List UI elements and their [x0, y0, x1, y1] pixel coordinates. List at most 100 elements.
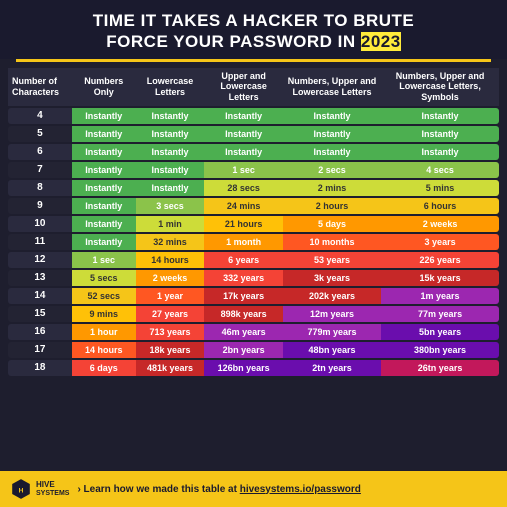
char-count-cell: 13: [8, 270, 72, 286]
char-count-cell: 8: [8, 180, 72, 196]
footer-cta[interactable]: › Learn how we made this table at hivesy…: [77, 484, 497, 495]
data-cell: Instantly: [72, 126, 136, 142]
data-cell: 226 years: [381, 252, 499, 268]
password-table: Number of Characters Numbers Only Lowerc…: [8, 66, 499, 378]
data-cell: 12m years: [283, 306, 381, 322]
data-cell: 28 secs: [204, 180, 283, 196]
data-cell: Instantly: [72, 216, 136, 232]
table-row: 10Instantly1 min21 hours5 days2 weeks: [8, 216, 499, 232]
data-cell: 10 months: [283, 234, 381, 250]
char-count-cell: 9: [8, 198, 72, 214]
data-cell: 332 years: [204, 270, 283, 286]
table-row: 5InstantlyInstantlyInstantlyInstantlyIns…: [8, 126, 499, 142]
table-row: 161 hour713 years46m years779m years5bn …: [8, 324, 499, 340]
data-cell: 14 hours: [136, 252, 205, 268]
data-cell: Instantly: [204, 144, 283, 160]
char-count-cell: 14: [8, 288, 72, 304]
char-count-cell: 10: [8, 216, 72, 232]
table-row: 121 sec14 hours6 years53 years226 years: [8, 252, 499, 268]
data-cell: Instantly: [72, 144, 136, 160]
table-row: 8InstantlyInstantly28 secs2 mins5 mins: [8, 180, 499, 196]
data-cell: 126bn years: [204, 360, 283, 376]
data-cell: 1 min: [136, 216, 205, 232]
header: TIME IT TAKES A HACKER TO BRUTE FORCE YO…: [0, 0, 507, 59]
hive-systems-label: HIVE SYSTEMS: [36, 481, 69, 497]
data-cell: 2 mins: [283, 180, 381, 196]
data-cell: 21 hours: [204, 216, 283, 232]
data-cell: 15k years: [381, 270, 499, 286]
table-row: 4InstantlyInstantlyInstantlyInstantlyIns…: [8, 108, 499, 124]
char-count-cell: 12: [8, 252, 72, 268]
divider: [16, 59, 491, 62]
table-header-row: Number of Characters Numbers Only Lowerc…: [8, 68, 499, 106]
data-cell: 9 mins: [72, 306, 136, 322]
data-cell: 18k years: [136, 342, 205, 358]
data-cell: 2bn years: [204, 342, 283, 358]
col-header-upper-lower: Upper and Lowercase Letters: [204, 68, 283, 106]
data-cell: 1m years: [381, 288, 499, 304]
data-cell: Instantly: [283, 108, 381, 124]
data-cell: Instantly: [72, 108, 136, 124]
data-cell: 481k years: [136, 360, 205, 376]
data-cell: Instantly: [72, 198, 136, 214]
data-cell: 3k years: [283, 270, 381, 286]
data-cell: Instantly: [136, 108, 205, 124]
data-cell: 380bn years: [381, 342, 499, 358]
data-cell: 46m years: [204, 324, 283, 340]
data-cell: 6 hours: [381, 198, 499, 214]
char-count-cell: 7: [8, 162, 72, 178]
data-cell: 27 years: [136, 306, 205, 322]
data-cell: 1 sec: [204, 162, 283, 178]
data-cell: 48bn years: [283, 342, 381, 358]
data-cell: Instantly: [204, 126, 283, 142]
data-cell: Instantly: [283, 126, 381, 142]
hive-logo-icon: H: [10, 478, 32, 500]
data-cell: 1 month: [204, 234, 283, 250]
data-cell: Instantly: [136, 162, 205, 178]
table-wrapper: Number of Characters Numbers Only Lowerc…: [0, 66, 507, 472]
data-cell: Instantly: [381, 144, 499, 160]
table-body: 4InstantlyInstantlyInstantlyInstantlyIns…: [8, 108, 499, 376]
main-container: TIME IT TAKES A HACKER TO BRUTE FORCE YO…: [0, 0, 507, 507]
char-count-cell: 4: [8, 108, 72, 124]
table-row: 11Instantly32 mins1 month10 months3 year…: [8, 234, 499, 250]
table-row: 9Instantly3 secs24 mins2 hours6 hours: [8, 198, 499, 214]
char-count-cell: 6: [8, 144, 72, 160]
data-cell: 713 years: [136, 324, 205, 340]
data-cell: 5bn years: [381, 324, 499, 340]
table-row: 186 days481k years126bn years2tn years26…: [8, 360, 499, 376]
data-cell: Instantly: [381, 108, 499, 124]
data-cell: Instantly: [381, 126, 499, 142]
data-cell: 3 years: [381, 234, 499, 250]
data-cell: Instantly: [72, 234, 136, 250]
data-cell: 6 years: [204, 252, 283, 268]
data-cell: Instantly: [136, 180, 205, 196]
data-cell: 17k years: [204, 288, 283, 304]
table-row: 135 secs2 weeks332 years3k years15k year…: [8, 270, 499, 286]
table-row: 159 mins27 years898k years12m years77m y…: [8, 306, 499, 322]
data-cell: 2 hours: [283, 198, 381, 214]
svg-text:H: H: [19, 487, 24, 494]
title: TIME IT TAKES A HACKER TO BRUTE FORCE YO…: [16, 10, 491, 53]
data-cell: 14 hours: [72, 342, 136, 358]
data-cell: 2tn years: [283, 360, 381, 376]
data-cell: Instantly: [136, 126, 205, 142]
data-cell: Instantly: [283, 144, 381, 160]
char-count-cell: 16: [8, 324, 72, 340]
data-cell: 1 year: [136, 288, 205, 304]
data-cell: 6 days: [72, 360, 136, 376]
data-cell: Instantly: [204, 108, 283, 124]
data-cell: Instantly: [72, 162, 136, 178]
col-header-all: Numbers, Upper and Lowercase Letters, Sy…: [381, 68, 499, 106]
data-cell: 4 secs: [381, 162, 499, 178]
data-cell: 24 mins: [204, 198, 283, 214]
data-cell: 77m years: [381, 306, 499, 322]
data-cell: 1 hour: [72, 324, 136, 340]
char-count-cell: 15: [8, 306, 72, 322]
data-cell: 26tn years: [381, 360, 499, 376]
data-cell: 32 mins: [136, 234, 205, 250]
col-header-num-upper-lower: Numbers, Upper and Lowercase Letters: [283, 68, 381, 106]
table-row: 1452 secs1 year17k years202k years1m yea…: [8, 288, 499, 304]
data-cell: 1 sec: [72, 252, 136, 268]
col-header-lower: Lowercase Letters: [136, 68, 205, 106]
